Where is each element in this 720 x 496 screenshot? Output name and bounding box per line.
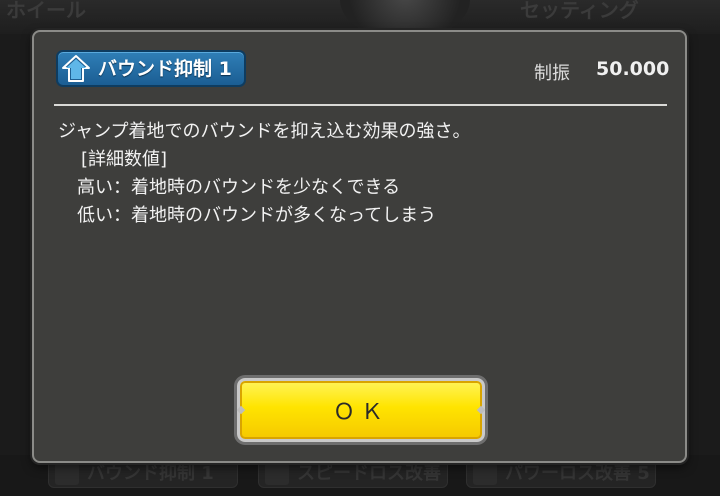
up-arrow-house-icon	[265, 463, 289, 485]
background-chip-label: バウンド抑制 1	[87, 463, 214, 484]
dialog-title: バウンド抑制 1	[98, 58, 232, 80]
cost-label: 制振	[534, 63, 570, 84]
background-title-left: ホイール	[6, 0, 86, 22]
up-arrow-house-icon	[473, 463, 497, 485]
ok-button[interactable]: ＯＫ	[236, 378, 486, 442]
info-dialog: バウンド抑制 1 制振 50.000 ジャンプ着地でのバウンドを抑え込む効果の強…	[32, 30, 687, 463]
title-badge: バウンド抑制 1	[56, 50, 246, 87]
cost-value: 50.000	[596, 58, 670, 80]
description-line: 低い：着地時のバウンドが多くなってしまう	[77, 205, 437, 226]
ok-button-label: ＯＫ	[332, 400, 389, 425]
background-chip-label: スピードロス改善 1	[297, 463, 448, 484]
background-title-right: セッティング	[520, 0, 639, 22]
description-line: 高い：着地時のバウンドを少なくできる	[77, 177, 401, 198]
divider	[54, 104, 667, 106]
up-arrow-house-icon	[55, 463, 79, 485]
description-line: ジャンプ着地でのバウンドを抑え込む効果の強さ。	[58, 121, 471, 142]
background-chip-label: パワーロス改善 5	[505, 463, 650, 484]
up-arrow-house-icon	[61, 54, 91, 83]
description-line: [詳細数値]	[81, 149, 168, 170]
